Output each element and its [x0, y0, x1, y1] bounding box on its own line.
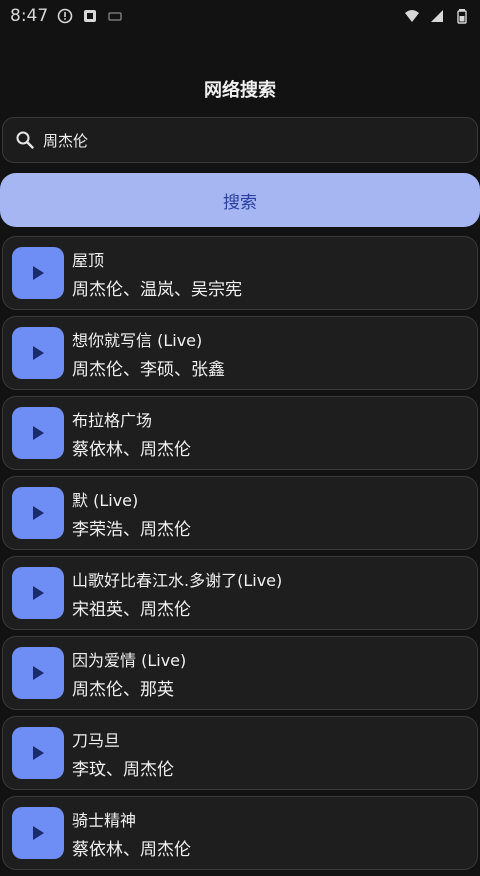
play-button[interactable] [12, 487, 64, 539]
song-artists: 李玟、周杰伦 [72, 759, 174, 780]
play-button[interactable] [12, 647, 64, 699]
search-icon [16, 131, 34, 149]
wifi-icon [405, 10, 419, 22]
play-icon [33, 266, 44, 280]
battery-icon [457, 9, 467, 24]
search-button[interactable]: 搜索 [0, 173, 480, 227]
song-info: 山歌好比春江水.多谢了(Live) 宋祖英、周杰伦 [72, 567, 282, 620]
status-right [404, 8, 470, 24]
song-artists: 李荣浩、周杰伦 [72, 519, 191, 540]
song-title: 刀马旦 [72, 730, 121, 750]
song-artists: 周杰伦、温岚、吴宗宪 [72, 279, 242, 300]
play-icon [33, 506, 44, 520]
play-icon [33, 666, 44, 680]
search-query: 周杰伦 [43, 131, 89, 150]
list-item[interactable]: 布拉格广场蔡依林、周杰伦 [2, 396, 478, 470]
song-title: 默 (Live) [72, 490, 139, 510]
play-icon [33, 426, 44, 440]
result-list: 屋顶周杰伦、温岚、吴宗宪 想你就写信 (Live) 周杰伦、李硕、张鑫 布拉格广场蔡依… [0, 236, 480, 876]
song-title: 骑士精神 [72, 810, 137, 830]
play-button[interactable] [12, 727, 64, 779]
song-info: 默 (Live) 李荣浩、周杰伦 [72, 487, 191, 540]
play-button[interactable] [12, 327, 64, 379]
song-artists: 周杰伦、那英 [72, 679, 174, 700]
search-input[interactable]: 周杰伦 [2, 117, 478, 163]
play-button[interactable] [12, 407, 64, 459]
list-item[interactable]: 骑士精神蔡依林、周杰伦 [2, 796, 478, 870]
list-item[interactable]: 想你就写信 (Live) 周杰伦、李硕、张鑫 [2, 316, 478, 390]
song-title: 因为爱情 (Live) [72, 650, 187, 670]
song-title: 山歌好比春江水.多谢了(Live) [72, 570, 283, 590]
play-icon [33, 346, 44, 360]
song-artists: 周杰伦、李硕、张鑫 [72, 359, 225, 380]
play-icon [33, 746, 44, 760]
play-button[interactable] [12, 567, 64, 619]
sim-icon [108, 12, 122, 21]
page-title: 网络搜索 [204, 80, 276, 101]
list-item[interactable]: 默 (Live) 李荣浩、周杰伦 [2, 476, 478, 550]
play-icon [33, 826, 44, 840]
song-artists: 蔡依林、周杰伦 [72, 839, 191, 860]
song-info: 屋顶周杰伦、温岚、吴宗宪 [72, 247, 242, 300]
alert-circle-icon [57, 8, 73, 24]
play-button[interactable] [12, 247, 64, 299]
song-title: 想你就写信 (Live) [72, 330, 203, 350]
song-info: 想你就写信 (Live) 周杰伦、李硕、张鑫 [72, 327, 225, 380]
list-item[interactable]: 山歌好比春江水.多谢了(Live) 宋祖英、周杰伦 [2, 556, 478, 630]
song-info: 因为爱情 (Live) 周杰伦、那英 [72, 647, 186, 700]
song-info: 布拉格广场蔡依林、周杰伦 [72, 407, 191, 460]
play-icon [33, 586, 44, 600]
signal-icon [431, 10, 443, 22]
play-button[interactable] [12, 807, 64, 859]
list-item[interactable]: 刀马旦 李玟、周杰伦 [2, 716, 478, 790]
notification-icon [84, 10, 97, 22]
list-item[interactable]: 屋顶周杰伦、温岚、吴宗宪 [2, 236, 478, 310]
status-time: 8:47 [10, 6, 49, 26]
song-info: 刀马旦 李玟、周杰伦 [72, 727, 174, 780]
song-artists: 宋祖英、周杰伦 [72, 599, 191, 620]
song-title: 布拉格广场 [72, 410, 153, 430]
list-item[interactable]: 因为爱情 (Live) 周杰伦、那英 [2, 636, 478, 710]
status-left: 8:47 [10, 6, 123, 26]
song-artists: 蔡依林、周杰伦 [72, 439, 191, 460]
status-bar: 8:47 [0, 0, 480, 32]
song-title: 屋顶 [72, 250, 105, 270]
